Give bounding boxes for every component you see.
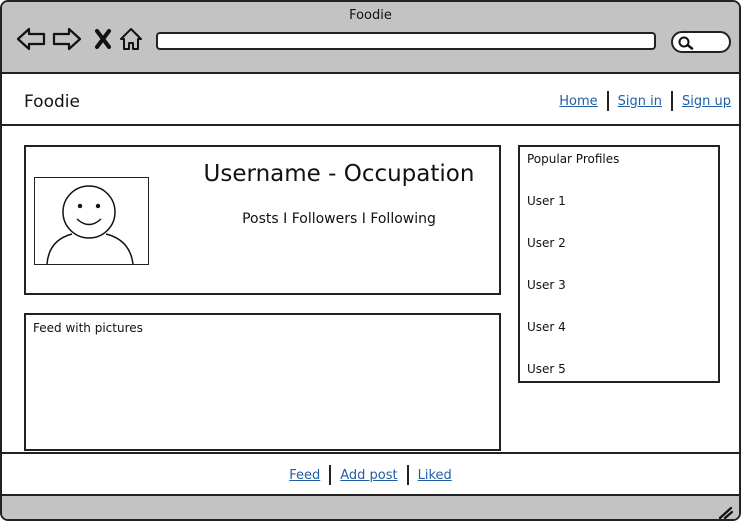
nav-link-sign-up[interactable]: Sign up [682,94,731,109]
forward-arrow-icon[interactable] [52,24,82,54]
profile-title: Username - Occupation [203,161,475,187]
address-bar[interactable] [156,32,656,50]
popular-profiles-title: Popular Profiles [527,152,620,166]
site-header: Foodie Home Sign in Sign up [2,74,739,126]
footer-nav: Feed Add post Liked [2,465,739,485]
popular-profiles-list: User 1 User 2 User 3 User 4 User 5 [527,194,566,404]
footer-link-add-post[interactable]: Add post [340,468,397,483]
feed-panel: Feed with pictures [24,313,501,451]
footer-link-liked[interactable]: Liked [418,468,452,483]
back-arrow-icon[interactable] [16,24,46,54]
home-icon[interactable] [116,24,146,54]
resize-handle-icon[interactable] [717,505,733,519]
smiley-face-icon [46,185,134,264]
feed-label: Feed with pictures [33,321,143,335]
footer-nav-bar: Feed Add post Liked [2,452,739,496]
site-brand: Foodie [24,92,80,112]
browser-window: Foodie Foodie Home Sign in Sign up Usern… [0,0,741,521]
profile-card: Username - Occupation Posts I Followers … [24,145,501,295]
list-item[interactable]: User 2 [527,236,566,278]
footer-divider [329,465,332,485]
list-item[interactable]: User 3 [527,278,566,320]
header-nav: Home Sign in Sign up [559,91,731,111]
search-icon [678,36,694,50]
nav-link-home[interactable]: Home [559,94,597,109]
list-item[interactable]: User 5 [527,362,566,404]
close-x-icon[interactable] [88,24,118,54]
status-bar [2,496,739,519]
nav-divider [606,91,609,111]
nav-divider [671,91,674,111]
footer-divider [406,465,409,485]
search-field[interactable] [671,31,731,53]
list-item[interactable]: User 1 [527,194,566,236]
popular-profiles-panel: Popular Profiles User 1 User 2 User 3 Us… [518,145,720,383]
browser-chrome: Foodie [2,2,739,74]
nav-link-sign-in[interactable]: Sign in [618,94,662,109]
profile-stats: Posts I Followers I Following [242,211,436,227]
footer-link-feed[interactable]: Feed [289,468,320,483]
list-item[interactable]: User 4 [527,320,566,362]
window-title: Foodie [349,8,392,23]
avatar [34,177,149,265]
